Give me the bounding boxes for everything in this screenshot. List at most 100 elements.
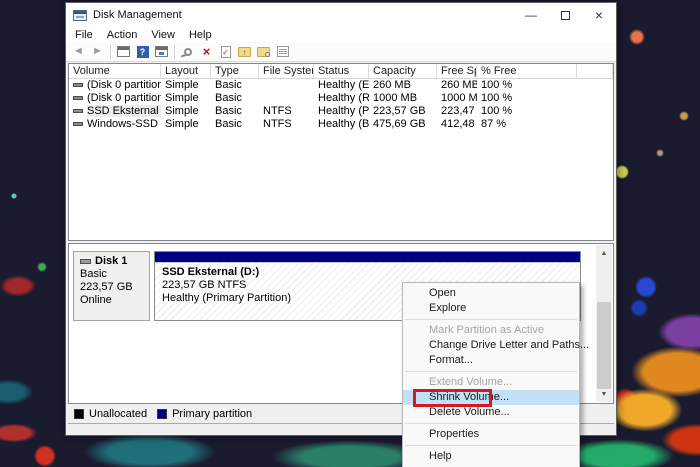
- volume-name: SSD Eksternal (...: [87, 105, 161, 117]
- folder-explore-icon: [257, 46, 270, 57]
- menu-item-mark-partition-active: Mark Partition as Active: [429, 324, 544, 336]
- menu-item-help[interactable]: Help: [403, 449, 579, 464]
- rescan-icon: [182, 46, 193, 57]
- rescan-button[interactable]: [179, 43, 196, 60]
- menu-item-format[interactable]: Format...: [403, 353, 579, 368]
- forward-icon: ►: [92, 45, 103, 57]
- cell-layout: Simple: [165, 105, 199, 117]
- cell-fs: NTFS: [263, 118, 292, 130]
- toolbar: ◄ ► ? × ✓ ↑: [66, 42, 616, 62]
- back-icon: ◄: [73, 45, 84, 57]
- volume-icon: [73, 83, 83, 88]
- col-capacity[interactable]: Capacity: [369, 64, 437, 78]
- titlebar[interactable]: Disk Management — ×: [66, 3, 616, 27]
- cell-pct: 100 %: [481, 105, 513, 117]
- maximize-button[interactable]: [548, 3, 582, 27]
- menu-item-extend-volume: Extend Volume...: [429, 376, 513, 388]
- scroll-down-button[interactable]: ▼: [596, 386, 612, 402]
- volume-name: (Disk 0 partition 1): [87, 79, 161, 91]
- cell-type: Basic: [215, 105, 242, 117]
- col-status[interactable]: Status: [314, 64, 369, 78]
- console-window-button[interactable]: [115, 43, 132, 60]
- menu-item-properties[interactable]: Properties: [403, 427, 579, 442]
- disk-icon: [80, 259, 91, 264]
- col-volume[interactable]: Volume: [69, 64, 161, 78]
- cell-capacity: 223,57 GB: [373, 105, 426, 117]
- forward-button[interactable]: ►: [89, 43, 106, 60]
- col-file-system[interactable]: File System: [259, 64, 314, 78]
- cell-pct: 100 %: [481, 79, 513, 91]
- desktop-wallpaper: Disk Management — × File Action View Hel…: [0, 0, 700, 467]
- set-active-icon: ✓: [220, 45, 231, 58]
- menu-item-explore[interactable]: Explore: [403, 301, 579, 316]
- col-layout[interactable]: Layout: [161, 64, 211, 78]
- scroll-up-button[interactable]: ▲: [596, 245, 612, 261]
- disk-management-app-icon: [73, 9, 87, 21]
- table-row[interactable]: SSD Eksternal (... Simple Basic NTFS Hea…: [69, 105, 613, 118]
- volume-icon: [73, 109, 83, 114]
- close-button[interactable]: ×: [582, 3, 616, 27]
- back-button[interactable]: ◄: [70, 43, 87, 60]
- menu-separator: [405, 319, 577, 320]
- explore-button[interactable]: [255, 43, 272, 60]
- col-free-space[interactable]: Free Sp...: [437, 64, 477, 78]
- volume-name: (Disk 0 partition 4): [87, 92, 161, 104]
- cell-type: Basic: [215, 92, 242, 104]
- cell-layout: Simple: [165, 92, 199, 104]
- col-pct-free[interactable]: % Free: [477, 64, 577, 78]
- minimize-button[interactable]: —: [514, 3, 548, 27]
- cell-free: 1000 MB: [441, 92, 477, 104]
- table-row[interactable]: (Disk 0 partition 1) Simple Basic Health…: [69, 79, 613, 92]
- volume-icon: [73, 96, 83, 101]
- menu-item-change-drive-letter[interactable]: Change Drive Letter and Paths...: [403, 338, 589, 353]
- snapin-window-button[interactable]: [153, 43, 170, 60]
- cell-capacity: 475,69 GB: [373, 118, 426, 130]
- folder-up-icon: ↑: [238, 46, 251, 57]
- magnifier-icon: [265, 51, 270, 57]
- menu-view[interactable]: View: [144, 29, 182, 41]
- partition-context-menu: Open Explore Mark Partition as Active Ch…: [402, 282, 589, 467]
- partition-title: SSD Eksternal (D:): [162, 266, 260, 278]
- menu-file[interactable]: File: [68, 29, 100, 41]
- disk1-label-box[interactable]: Disk 1 Basic 223,57 GB Online: [73, 251, 150, 321]
- col-filler: [577, 64, 613, 78]
- menu-item-shrink-volume[interactable]: Shrink Volume...: [403, 389, 579, 407]
- col-type[interactable]: Type: [211, 64, 259, 78]
- table-row[interactable]: (Disk 0 partition 4) Simple Basic Health…: [69, 92, 613, 105]
- unallocated-swatch: [74, 409, 84, 419]
- properties-icon: [276, 46, 289, 57]
- delete-volume-button[interactable]: ×: [198, 43, 215, 60]
- menu-action[interactable]: Action: [100, 29, 145, 41]
- menu-item-open[interactable]: Open: [403, 286, 579, 301]
- vertical-scrollbar[interactable]: ▲ ▼: [596, 245, 612, 402]
- table-row[interactable]: Windows-SSD (C:) Simple Basic NTFS Healt…: [69, 118, 613, 131]
- set-active-button[interactable]: ✓: [217, 43, 234, 60]
- cell-capacity: 1000 MB: [373, 92, 418, 104]
- cell-free: 260 MB: [441, 79, 477, 91]
- disk-name: Disk 1: [95, 255, 128, 267]
- cell-fs: NTFS: [263, 105, 292, 117]
- properties-button[interactable]: [274, 43, 291, 60]
- menu-help[interactable]: Help: [182, 29, 219, 41]
- legend-primary-label: Primary partition: [172, 408, 253, 420]
- window-snapin-icon: [155, 46, 168, 57]
- help-button[interactable]: ?: [134, 43, 151, 60]
- cell-layout: Simple: [165, 79, 199, 91]
- scrollbar-thumb[interactable]: [597, 302, 611, 389]
- maximize-icon: [560, 10, 570, 20]
- toolbar-separator: [110, 44, 111, 59]
- cell-pct: 87 %: [481, 118, 507, 130]
- menu-bar: File Action View Help: [66, 27, 616, 42]
- cell-free: 223,47 GB: [441, 105, 477, 117]
- volume-list-header: Volume Layout Type File System Status Ca…: [69, 64, 613, 79]
- menu-item-delete-volume[interactable]: Delete Volume...: [403, 405, 579, 420]
- cell-layout: Simple: [165, 118, 199, 130]
- disk-size: 223,57 GB: [80, 281, 133, 293]
- cell-status: Healthy (P...: [318, 105, 369, 117]
- window-title: Disk Management: [93, 9, 182, 21]
- cell-status: Healthy (R...: [318, 92, 369, 104]
- toolbar-separator: [174, 44, 175, 59]
- cell-pct: 100 %: [481, 92, 513, 104]
- drive-letter-button[interactable]: ↑: [236, 43, 253, 60]
- volume-name: Windows-SSD (C:): [87, 118, 161, 130]
